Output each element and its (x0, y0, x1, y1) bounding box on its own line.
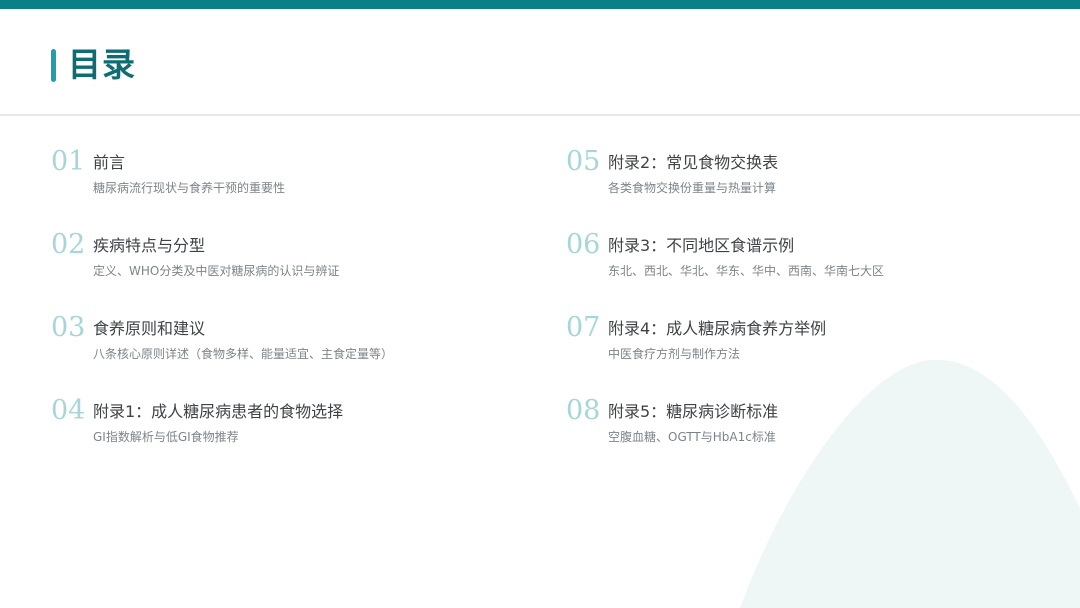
toc-item-08[interactable]: 08 附录5：糖尿病诊断标准 空腹血糖、OGTT与HbA1c标准 (566, 395, 1036, 465)
toc-item-05[interactable]: 05 附录2：常见食物交换表 各类食物交换份重量与热量计算 (566, 146, 1036, 216)
toc-title: 疾病特点与分型 (93, 236, 206, 255)
toc-number: 05 (566, 146, 601, 177)
toc-number: 03 (51, 312, 86, 343)
table-of-contents: 01 前言 糖尿病流行现状与食养干预的重要性 02 疾病特点与分型 定义、WHO… (0, 0, 1080, 608)
toc-item-04[interactable]: 04 附录1：成人糖尿病患者的食物选择 GI指数解析与低GI食物推荐 (51, 395, 521, 465)
toc-title: 附录3：不同地区食谱示例 (608, 236, 795, 255)
toc-title: 附录4：成人糖尿病食养方举例 (608, 319, 827, 338)
toc-item-07[interactable]: 07 附录4：成人糖尿病食养方举例 中医食疗方剂与制作方法 (566, 312, 1036, 382)
toc-title: 前言 (93, 153, 126, 172)
toc-title: 附录2：常见食物交换表 (608, 153, 779, 172)
toc-title: 附录1：成人糖尿病患者的食物选择 (93, 402, 344, 421)
toc-title: 食养原则和建议 (93, 319, 206, 338)
toc-number: 08 (566, 395, 601, 426)
toc-number: 07 (566, 312, 601, 343)
toc-subtitle: 糖尿病流行现状与食养干预的重要性 (93, 181, 286, 195)
toc-subtitle: 定义、WHO分类及中医对糖尿病的认识与辨证 (93, 264, 340, 278)
toc-subtitle: 八条核心原则详述（食物多样、能量适宜、主食定量等） (93, 347, 394, 361)
toc-item-02[interactable]: 02 疾病特点与分型 定义、WHO分类及中医对糖尿病的认识与辨证 (51, 229, 521, 299)
toc-subtitle: 空腹血糖、OGTT与HbA1c标准 (608, 430, 776, 444)
toc-number: 06 (566, 229, 601, 260)
toc-subtitle: 各类食物交换份重量与热量计算 (608, 181, 777, 195)
toc-number: 04 (51, 395, 86, 426)
toc-subtitle: 中医食疗方剂与制作方法 (608, 347, 741, 361)
toc-subtitle: 东北、西北、华北、华东、华中、西南、华南七大区 (608, 264, 885, 278)
toc-title: 附录5：糖尿病诊断标准 (608, 402, 779, 421)
toc-item-01[interactable]: 01 前言 糖尿病流行现状与食养干预的重要性 (51, 146, 521, 216)
toc-subtitle: GI指数解析与低GI食物推荐 (93, 430, 239, 444)
toc-number: 02 (51, 229, 86, 260)
toc-item-03[interactable]: 03 食养原则和建议 八条核心原则详述（食物多样、能量适宜、主食定量等） (51, 312, 521, 382)
toc-number: 01 (51, 146, 86, 177)
toc-item-06[interactable]: 06 附录3：不同地区食谱示例 东北、西北、华北、华东、华中、西南、华南七大区 (566, 229, 1036, 299)
